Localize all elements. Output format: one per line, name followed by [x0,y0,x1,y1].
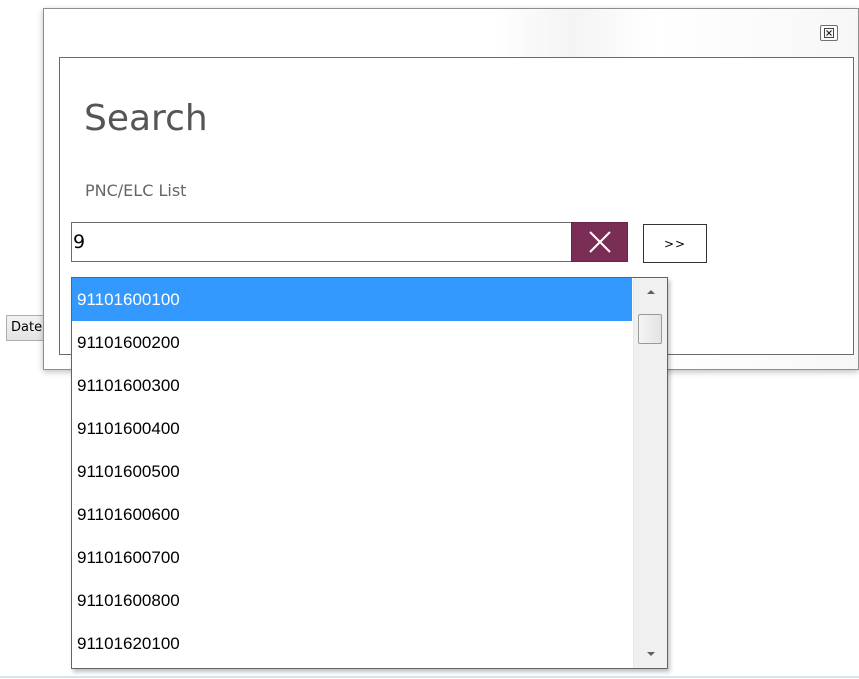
dialog-title: Search [84,98,208,139]
suggestion-list: 91101600100 91101600200 91101600300 9110160… [72,278,632,665]
suggestion-item[interactable]: 91101600100 [72,278,632,321]
x-icon [588,231,611,253]
suggestion-item[interactable]: 91101620100 [72,622,632,665]
suggestion-item[interactable]: 91101600200 [72,321,632,364]
arrow-up-icon [646,290,655,294]
bottom-divider [0,676,859,678]
scroll-up-button[interactable] [634,282,667,302]
close-button[interactable] [820,25,838,41]
suggestion-item[interactable]: 91101600600 [72,493,632,536]
suggestion-item[interactable]: 91101600500 [72,450,632,493]
suggestion-item[interactable]: 91101600700 [72,536,632,579]
suggestion-item[interactable]: 91101600300 [72,364,632,407]
go-button[interactable]: >> [643,224,707,263]
clear-button[interactable] [571,222,628,262]
screen: Date Search PNC/ELC List >> 911016001009… [0,0,859,679]
close-icon [824,28,834,38]
suggestion-item[interactable]: 91101600400 [72,407,632,450]
dropdown-scrollbar[interactable] [633,278,667,668]
search-input[interactable] [71,222,571,262]
autocomplete-dropdown[interactable]: 91101600100 91101600200 91101600300 9110160… [71,277,668,669]
scroll-thumb[interactable] [638,314,662,344]
scroll-down-button[interactable] [634,644,667,664]
arrow-down-icon [646,652,655,656]
pnc-elc-list-label: PNC/ELC List [85,181,187,200]
suggestion-item[interactable]: 91101600800 [72,579,632,622]
